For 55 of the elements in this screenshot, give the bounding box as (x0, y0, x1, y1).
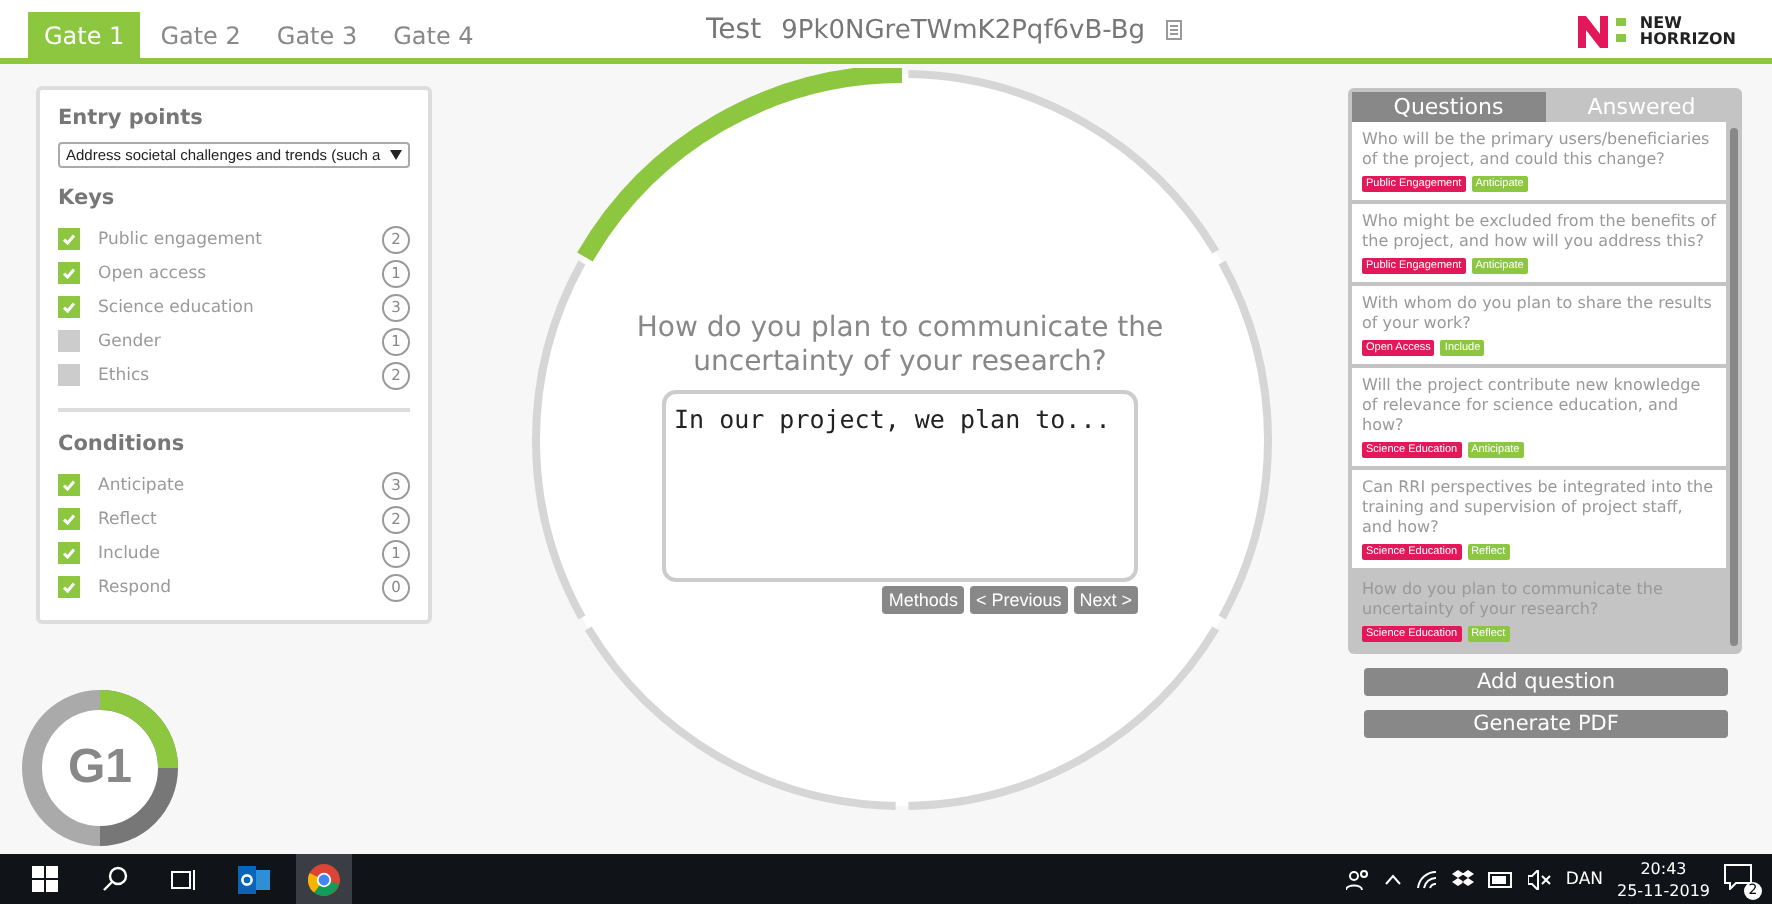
logo-text: HORRIZON (1639, 32, 1736, 48)
question-text: Can RRI perspectives be integrated into the training and supervision of project staff, and how? (1362, 478, 1716, 538)
filter-label: Anticipate (98, 475, 187, 495)
nav-button[interactable]: Next > (1073, 586, 1138, 614)
checkbox[interactable] (58, 542, 80, 564)
dropbox-icon[interactable] (1451, 869, 1474, 889)
filter-label: Open access (98, 263, 209, 283)
list-tab[interactable]: Questions (1352, 92, 1545, 122)
checkbox[interactable] (58, 262, 80, 284)
filter-label: Ethics (98, 365, 152, 385)
logo-mark-icon (1577, 16, 1632, 48)
speaker-muted-icon[interactable] (1527, 869, 1552, 889)
question-text: How do you plan to communicate the uncertainty of your research? (634, 312, 1166, 380)
gate-tab[interactable]: Gate 4 (377, 12, 490, 58)
browser-icon[interactable] (296, 854, 352, 904)
action-button[interactable]: Add question (1364, 668, 1728, 696)
filter-label: Include (98, 543, 162, 563)
question-text: Who will be the primary users/beneficiaries of the project, and could this change? (1362, 130, 1712, 170)
project-code: 9Pk0NGreTWmK2Pqf6vB-Bg (781, 15, 1146, 45)
battery-icon[interactable] (1487, 871, 1514, 887)
nav-button[interactable]: < Previous (969, 586, 1068, 614)
checkbox[interactable] (58, 228, 80, 250)
filter-label: Gender (98, 331, 163, 351)
checkbox[interactable] (58, 508, 80, 530)
filter-label: Science education (98, 297, 256, 317)
clock[interactable]: 20:43 25-11-2019 (1617, 857, 1710, 901)
wifi-icon[interactable] (1415, 869, 1438, 889)
nav-button[interactable]: Methods (882, 586, 964, 614)
answer-field[interactable]: In our project, we plan to... (662, 390, 1138, 582)
section-heading: Entry points (58, 106, 205, 130)
filter-label: Respond (98, 577, 174, 597)
language-indicator[interactable]: DAN (1565, 869, 1603, 889)
scrollbar[interactable] (1730, 128, 1738, 646)
logo-text: NEW (1639, 16, 1684, 32)
people-icon[interactable] (1345, 867, 1370, 891)
question-text: Will the project contribute new knowledge of relevance for science education, and how? (1362, 376, 1703, 436)
section-heading: Conditions (58, 432, 187, 456)
gate-label: G1 (68, 740, 132, 796)
question-text: With whom do you plan to share the results of your work? (1362, 294, 1714, 334)
project-title: Test (706, 14, 762, 46)
gate-tab[interactable]: Gate 2 (144, 12, 257, 58)
dropdown-arrow-icon (390, 150, 402, 160)
gate-tab[interactable]: Gate 3 (260, 12, 374, 58)
action-button[interactable]: Generate PDF (1364, 710, 1728, 738)
section-heading: Keys (58, 186, 117, 210)
filter-label: Reflect (98, 509, 159, 529)
copy-icon[interactable] (1165, 20, 1182, 40)
filter-label: Public engagement (98, 229, 264, 249)
checkbox[interactable] (58, 576, 80, 598)
checkbox[interactable] (58, 364, 80, 386)
checkbox[interactable] (58, 474, 80, 496)
chevron-up-icon[interactable] (1383, 873, 1402, 885)
checkbox[interactable] (58, 330, 80, 352)
question-text: Who might be excluded from the benefits of the project, and how will you address this? (1362, 212, 1716, 252)
checkbox[interactable] (58, 296, 80, 318)
